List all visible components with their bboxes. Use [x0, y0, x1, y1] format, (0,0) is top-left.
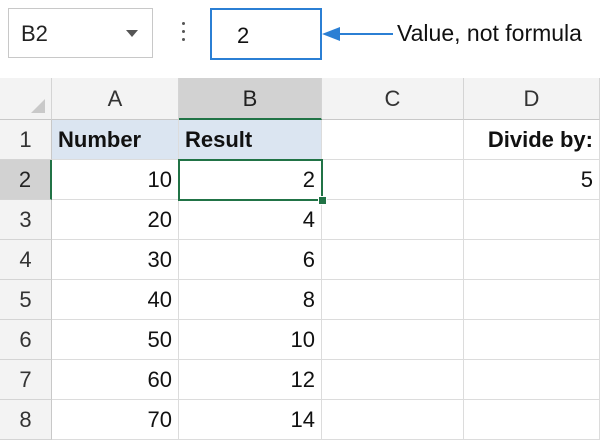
row-header-5[interactable]: 5 — [0, 280, 52, 320]
row-header-6[interactable]: 6 — [0, 320, 52, 360]
cell-d3[interactable] — [464, 200, 600, 240]
row-header-7[interactable]: 7 — [0, 360, 52, 400]
cell-c7[interactable] — [322, 360, 464, 400]
row-header-8[interactable]: 8 — [0, 400, 52, 440]
cell-c6[interactable] — [322, 320, 464, 360]
cell-d5[interactable] — [464, 280, 600, 320]
name-box[interactable]: B2 — [8, 8, 153, 58]
formula-bar-value: 2 — [237, 23, 250, 48]
row-header-4[interactable]: 4 — [0, 240, 52, 280]
cell-a2[interactable]: 10 — [52, 160, 179, 200]
fill-handle[interactable] — [318, 196, 327, 205]
cell-d7[interactable] — [464, 360, 600, 400]
cell-b1[interactable]: Result — [179, 120, 322, 160]
cell-a3[interactable]: 20 — [52, 200, 179, 240]
column-header-d[interactable]: D — [464, 78, 600, 120]
select-all-icon — [31, 99, 45, 113]
formula-bar[interactable]: 2 — [210, 8, 322, 60]
cell-a8[interactable]: 70 — [52, 400, 179, 440]
cell-b2[interactable]: 2 — [179, 160, 322, 200]
callout-line — [338, 33, 393, 35]
cell-c8[interactable] — [322, 400, 464, 440]
cell-c2[interactable] — [322, 160, 464, 200]
select-all-button[interactable] — [0, 78, 52, 120]
cell-d2[interactable]: 5 — [464, 160, 600, 200]
cell-d6[interactable] — [464, 320, 600, 360]
callout-text: Value, not formula — [397, 20, 582, 46]
cell-b7[interactable]: 12 — [179, 360, 322, 400]
cell-c1[interactable] — [322, 120, 464, 160]
cell-b4[interactable]: 6 — [179, 240, 322, 280]
column-header-c[interactable]: C — [322, 78, 464, 120]
cell-a4[interactable]: 30 — [52, 240, 179, 280]
cell-a7[interactable]: 60 — [52, 360, 179, 400]
cell-d1[interactable]: Divide by: — [464, 120, 600, 160]
cell-a5[interactable]: 40 — [52, 280, 179, 320]
cell-c3[interactable] — [322, 200, 464, 240]
cell-d4[interactable] — [464, 240, 600, 280]
more-options-icon[interactable] — [176, 18, 190, 48]
cell-b5[interactable]: 8 — [179, 280, 322, 320]
column-header-a[interactable]: A — [52, 78, 179, 120]
cell-b3[interactable]: 4 — [179, 200, 322, 240]
row-header-3[interactable]: 3 — [0, 200, 52, 240]
chevron-down-icon[interactable] — [126, 30, 138, 37]
cell-d8[interactable] — [464, 400, 600, 440]
spreadsheet-grid: A B C D 1 2 3 4 5 6 7 8 Number Result Di… — [0, 78, 600, 440]
row-header-2[interactable]: 2 — [0, 160, 52, 200]
cell-c4[interactable] — [322, 240, 464, 280]
column-header-b[interactable]: B — [179, 78, 322, 120]
name-box-value: B2 — [21, 21, 48, 46]
row-header-1[interactable]: 1 — [0, 120, 52, 160]
cell-a1[interactable]: Number — [52, 120, 179, 160]
cell-c5[interactable] — [322, 280, 464, 320]
cell-b6[interactable]: 10 — [179, 320, 322, 360]
cell-b8[interactable]: 14 — [179, 400, 322, 440]
cell-a6[interactable]: 50 — [52, 320, 179, 360]
